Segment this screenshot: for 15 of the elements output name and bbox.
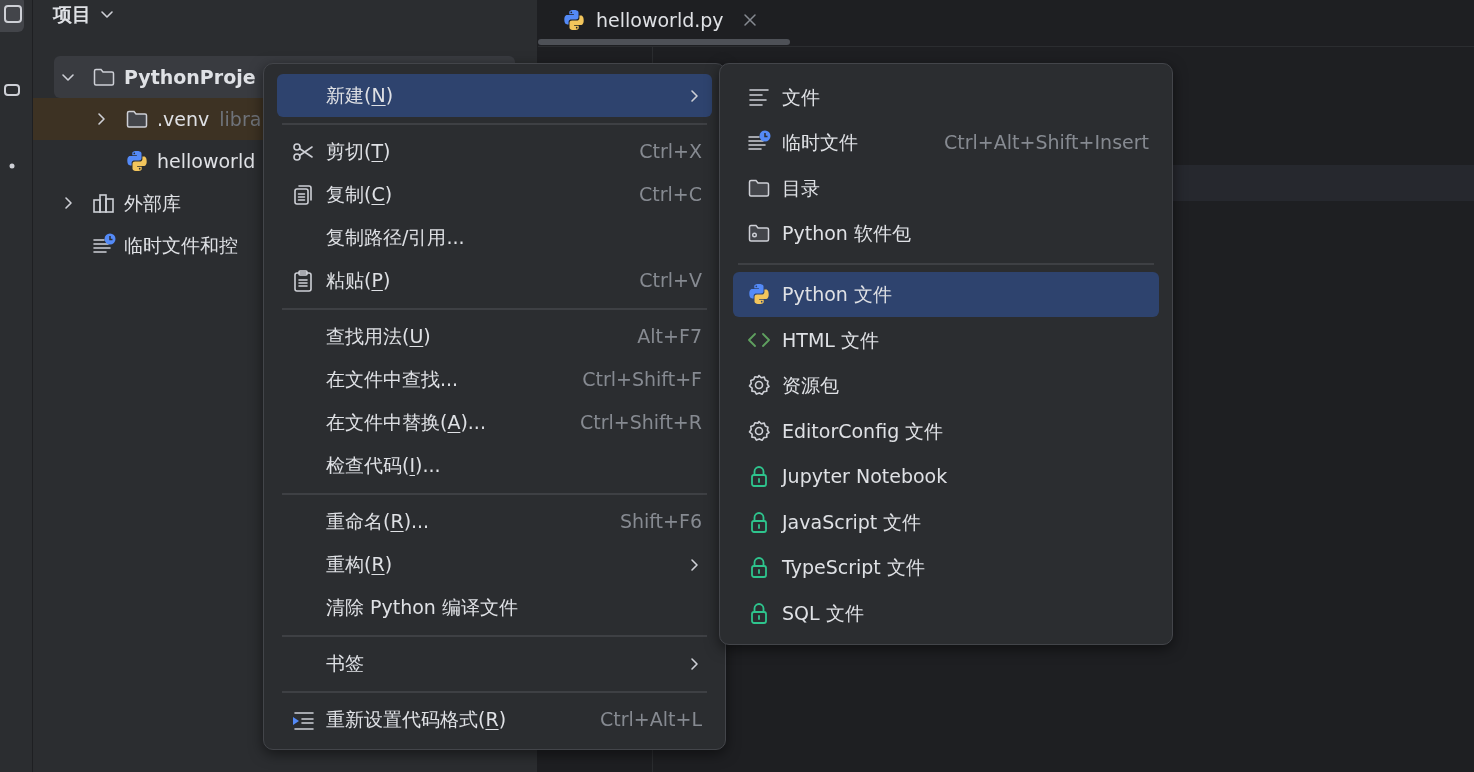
shortcut-text: Ctrl+V [638, 268, 702, 294]
tree-item-note: libra [219, 106, 262, 132]
tree-item-label: 临时文件和控 [124, 232, 238, 258]
shortcut-text: Ctrl+Alt+Shift+Insert [943, 130, 1149, 155]
shortcut-text: Ctrl+X [638, 139, 702, 165]
shortcut-text: Shift+F6 [618, 509, 702, 535]
shortcut-text: Ctrl+Shift+F [581, 367, 702, 393]
tree-item-label: .venv [157, 106, 210, 132]
shortcut-text: Ctrl+Shift+R [578, 410, 702, 436]
tree-item-label: 外部库 [124, 190, 181, 216]
tree-item-label: PythonProje [124, 64, 256, 90]
shortcut-text: Ctrl+C [638, 182, 702, 208]
tree-item-label: helloworld [157, 148, 256, 174]
shortcut-text: Alt+F7 [636, 324, 702, 350]
shortcut-text: Ctrl+Alt+L [599, 707, 702, 733]
